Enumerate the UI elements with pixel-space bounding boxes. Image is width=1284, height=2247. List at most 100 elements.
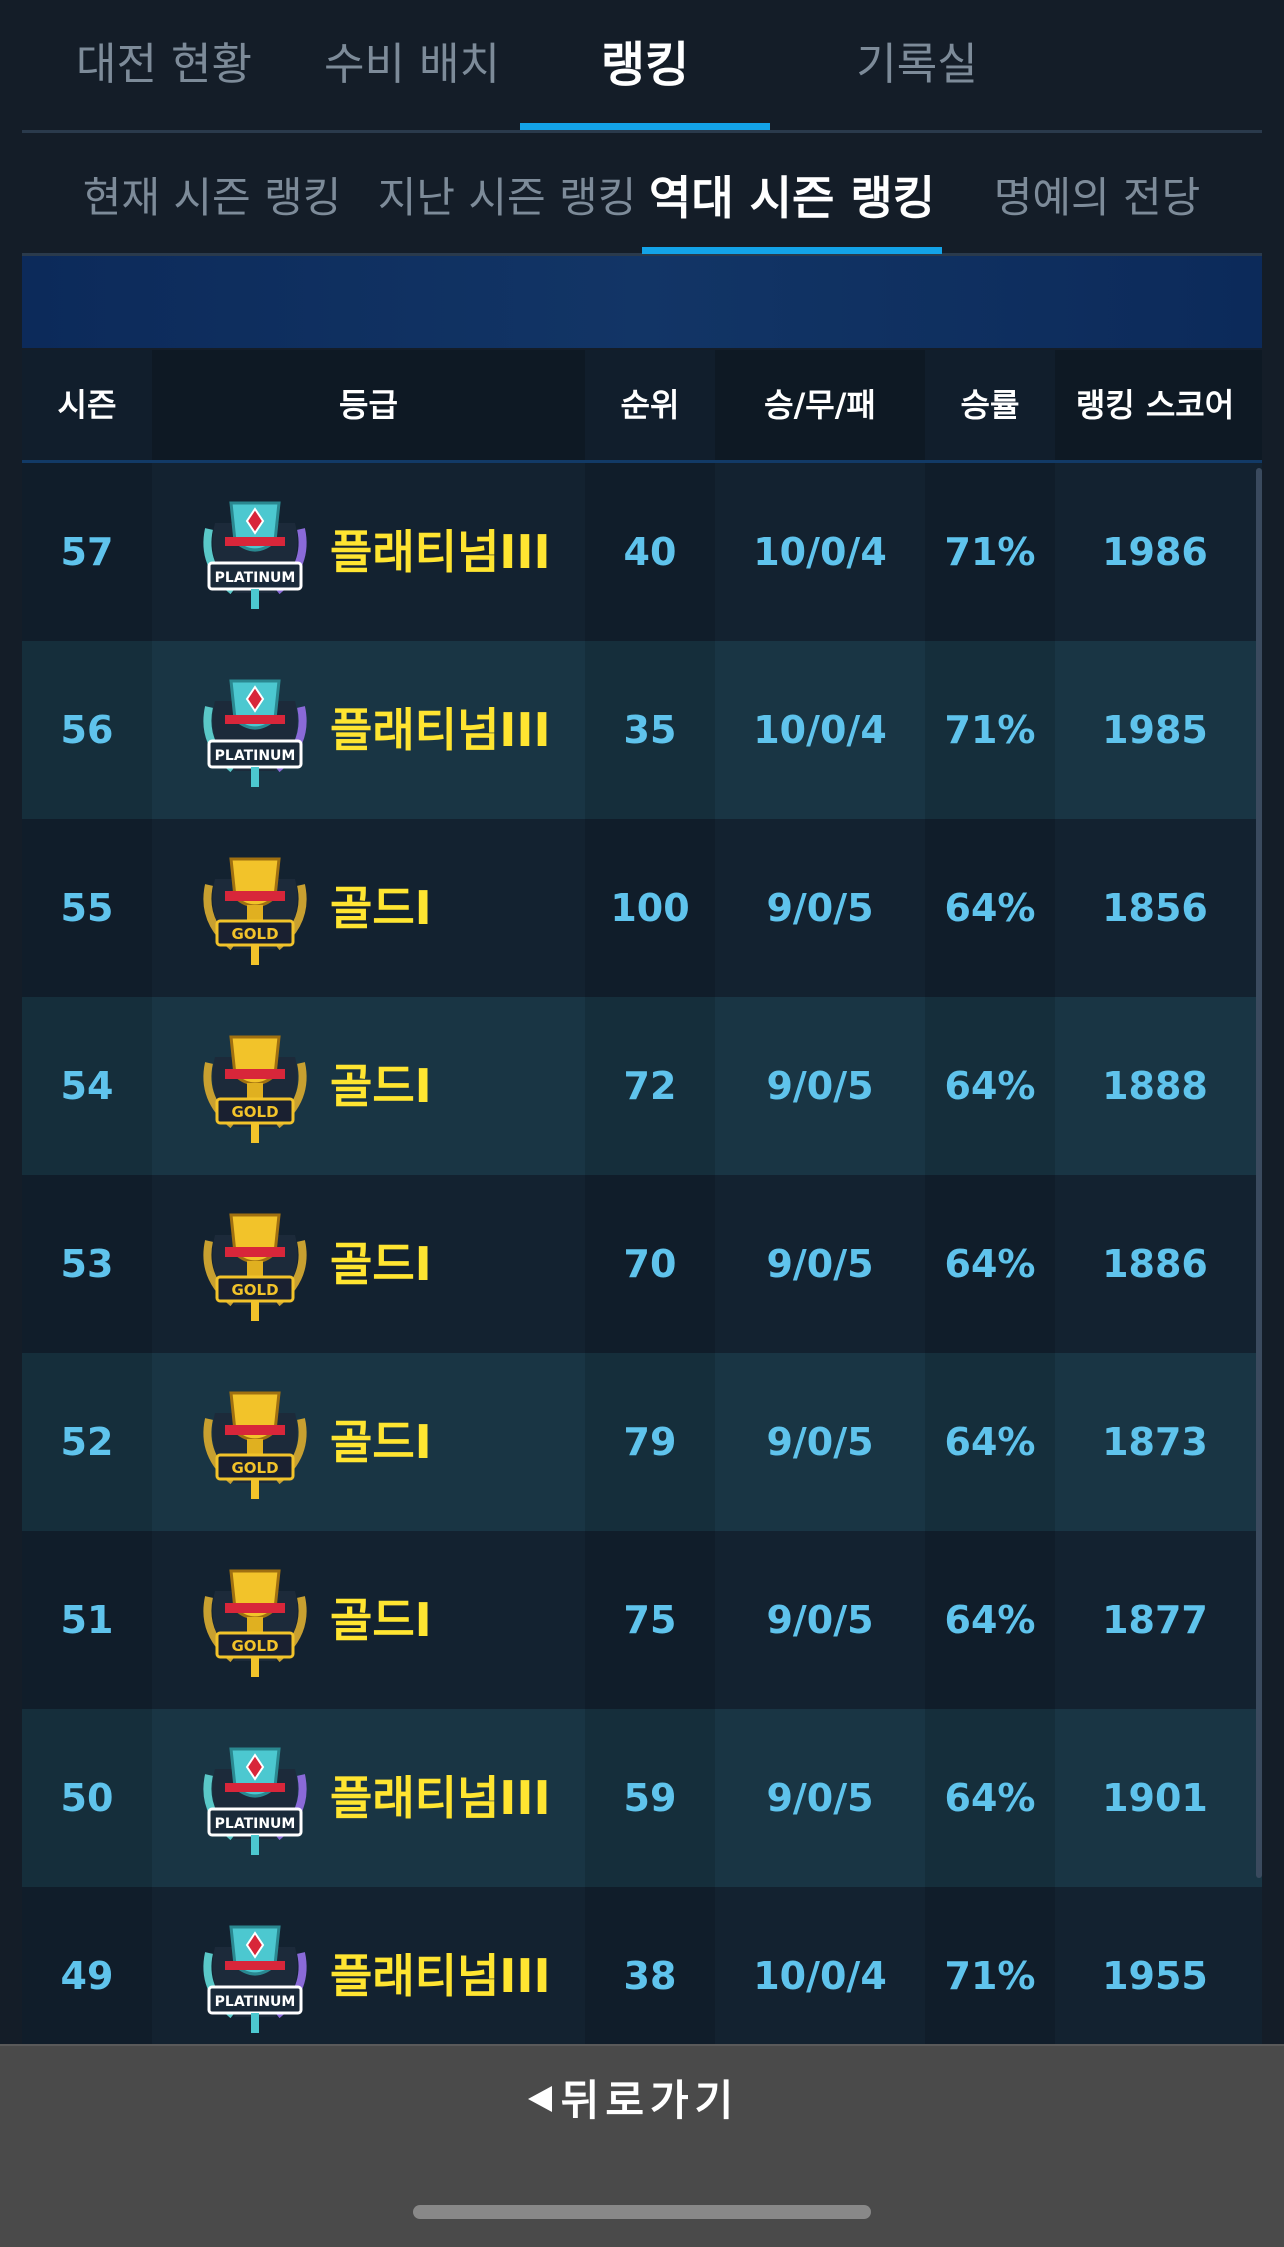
gold-badge-icon: GOLD [194, 849, 316, 969]
tab-all-seasons[interactable]: 역대 시즌 랭킹 [642, 163, 942, 233]
season-cell: 52 [22, 1353, 152, 1531]
grade-cell: GOLD 골드I [152, 1531, 585, 1709]
winrate-cell: 64% [925, 1531, 1055, 1709]
table-row[interactable]: 51 GOLD 골드I 75 9/0/5 64% 1877 [22, 1531, 1262, 1709]
svg-text:PLATINUM: PLATINUM [215, 1994, 296, 2010]
grade-cell: GOLD 골드I [152, 819, 585, 997]
ranking-table: 시즌 등급 순위 승/무/패 승률 랭킹 스코어 57 PLATINUM 플래티넘I… [22, 350, 1262, 2155]
grade-name: 골드I [330, 1593, 432, 1647]
scrollbar[interactable] [1256, 468, 1262, 1878]
table-header: 시즌 등급 순위 승/무/패 승률 랭킹 스코어 [22, 350, 1262, 463]
home-indicator [413, 2205, 871, 2219]
header-winrate: 승률 [925, 350, 1055, 460]
rank-cell: 40 [585, 463, 715, 641]
grade-cell: GOLD 골드I [152, 1353, 585, 1531]
season-cell: 50 [22, 1709, 152, 1887]
tab-hall-of-fame[interactable]: 명예의 전당 [972, 163, 1222, 233]
table-row[interactable]: 50 PLATINUM 플래티넘III 59 9/0/5 64% 1901 [22, 1709, 1262, 1887]
season-cell: 55 [22, 819, 152, 997]
grade-cell: PLATINUM 플래티넘III [152, 463, 585, 641]
sub-tab-bar: 현재 시즌 랭킹 지난 시즌 랭킹 역대 시즌 랭킹 명예의 전당 [22, 133, 1262, 256]
season-cell: 54 [22, 997, 152, 1175]
grade-cell: PLATINUM 플래티넘III [152, 1887, 585, 2065]
record-cell: 9/0/5 [766, 886, 874, 930]
season-cell: 57 [22, 463, 152, 641]
grade-cell: PLATINUM 플래티넘III [152, 641, 585, 819]
score-cell: 1985 [1102, 708, 1208, 752]
table-row[interactable]: 56 PLATINUM 플래티넘III 35 10/0/4 71% 1985 [22, 641, 1262, 819]
gold-badge-icon: GOLD [194, 1027, 316, 1147]
svg-text:GOLD: GOLD [231, 1637, 278, 1655]
gold-badge-icon: GOLD [194, 1383, 316, 1503]
record-cell: 9/0/5 [766, 1420, 874, 1464]
platinum-badge-icon: PLATINUM [194, 1739, 316, 1859]
table-row[interactable]: 54 GOLD 골드I 72 9/0/5 64% 1888 [22, 997, 1262, 1175]
bottom-bar: 뒤로가기 [0, 2044, 1284, 2247]
grade-name: 골드I [330, 1059, 432, 1113]
score-cell: 1955 [1102, 1954, 1208, 1998]
grade-cell: GOLD 골드I [152, 1175, 585, 1353]
header-score: 랭킹 스코어 [1075, 386, 1235, 424]
record-cell: 9/0/5 [766, 1064, 874, 1108]
header-rank: 순위 [585, 350, 715, 460]
svg-text:PLATINUM: PLATINUM [215, 570, 296, 586]
tab-current-season[interactable]: 현재 시즌 랭킹 [62, 163, 362, 233]
record-cell: 10/0/4 [753, 530, 887, 574]
back-button[interactable]: 뒤로가기 [520, 2066, 780, 2136]
svg-text:PLATINUM: PLATINUM [215, 748, 296, 764]
record-cell: 9/0/5 [766, 1598, 874, 1642]
score-cell: 1986 [1102, 530, 1208, 574]
rank-cell: 72 [585, 997, 715, 1175]
table-body[interactable]: 57 PLATINUM 플래티넘III 40 10/0/4 71% 1986 56 PLATIN… [22, 463, 1262, 2155]
score-cell: 1901 [1102, 1776, 1208, 1820]
table-row[interactable]: 55 GOLD 골드I 100 9/0/5 64% 1856 [22, 819, 1262, 997]
tab-battle-status[interactable]: 대전 현황 [44, 30, 284, 100]
record-cell: 9/0/5 [766, 1776, 874, 1820]
record-cell: 10/0/4 [753, 708, 887, 752]
season-cell: 56 [22, 641, 152, 819]
tab-defense-setup[interactable]: 수비 배치 [292, 30, 532, 100]
svg-text:GOLD: GOLD [231, 1281, 278, 1299]
winrate-cell: 64% [925, 997, 1055, 1175]
header-season: 시즌 [22, 350, 152, 460]
platinum-badge-icon: PLATINUM [194, 671, 316, 791]
table-row[interactable]: 57 PLATINUM 플래티넘III 40 10/0/4 71% 1986 [22, 463, 1262, 641]
winrate-cell: 64% [925, 1353, 1055, 1531]
tab-records[interactable]: 기록실 [792, 30, 1042, 100]
winrate-cell: 71% [925, 1887, 1055, 2065]
tab-ranking[interactable]: 랭킹 [520, 30, 770, 100]
grade-cell: GOLD 골드I [152, 997, 585, 1175]
rank-cell: 70 [585, 1175, 715, 1353]
table-row[interactable]: 53 GOLD 골드I 70 9/0/5 64% 1886 [22, 1175, 1262, 1353]
platinum-badge-icon: PLATINUM [194, 493, 316, 613]
rank-cell: 59 [585, 1709, 715, 1887]
winrate-cell: 71% [925, 463, 1055, 641]
header-record: 승/무/패 [764, 386, 876, 424]
rank-cell: 75 [585, 1531, 715, 1709]
table-row[interactable]: 52 GOLD 골드I 79 9/0/5 64% 1873 [22, 1353, 1262, 1531]
season-cell: 53 [22, 1175, 152, 1353]
grade-name: 플래티넘III [330, 1949, 551, 2003]
rank-cell: 35 [585, 641, 715, 819]
top-tab-bar: 대전 현황 수비 배치 랭킹 기록실 [22, 0, 1262, 133]
active-tab-indicator [520, 123, 770, 130]
grade-name: 플래티넘III [330, 525, 551, 579]
winrate-cell: 64% [925, 1175, 1055, 1353]
svg-text:GOLD: GOLD [231, 1103, 278, 1121]
platinum-badge-icon: PLATINUM [194, 1917, 316, 2037]
rank-cell: 79 [585, 1353, 715, 1531]
tab-last-season[interactable]: 지난 시즌 랭킹 [362, 163, 652, 233]
gold-badge-icon: GOLD [194, 1205, 316, 1325]
table-row[interactable]: 49 PLATINUM 플래티넘III 38 10/0/4 71% 1955 [22, 1887, 1262, 2065]
season-cell: 49 [22, 1887, 152, 2065]
grade-cell: PLATINUM 플래티넘III [152, 1709, 585, 1887]
season-cell: 51 [22, 1531, 152, 1709]
score-cell: 1873 [1102, 1420, 1208, 1464]
winrate-cell: 64% [925, 819, 1055, 997]
record-cell: 9/0/5 [766, 1242, 874, 1286]
rank-cell: 100 [585, 819, 715, 997]
grade-name: 골드I [330, 1415, 432, 1469]
svg-text:GOLD: GOLD [231, 925, 278, 943]
score-cell: 1888 [1102, 1064, 1208, 1108]
score-cell: 1886 [1102, 1242, 1208, 1286]
